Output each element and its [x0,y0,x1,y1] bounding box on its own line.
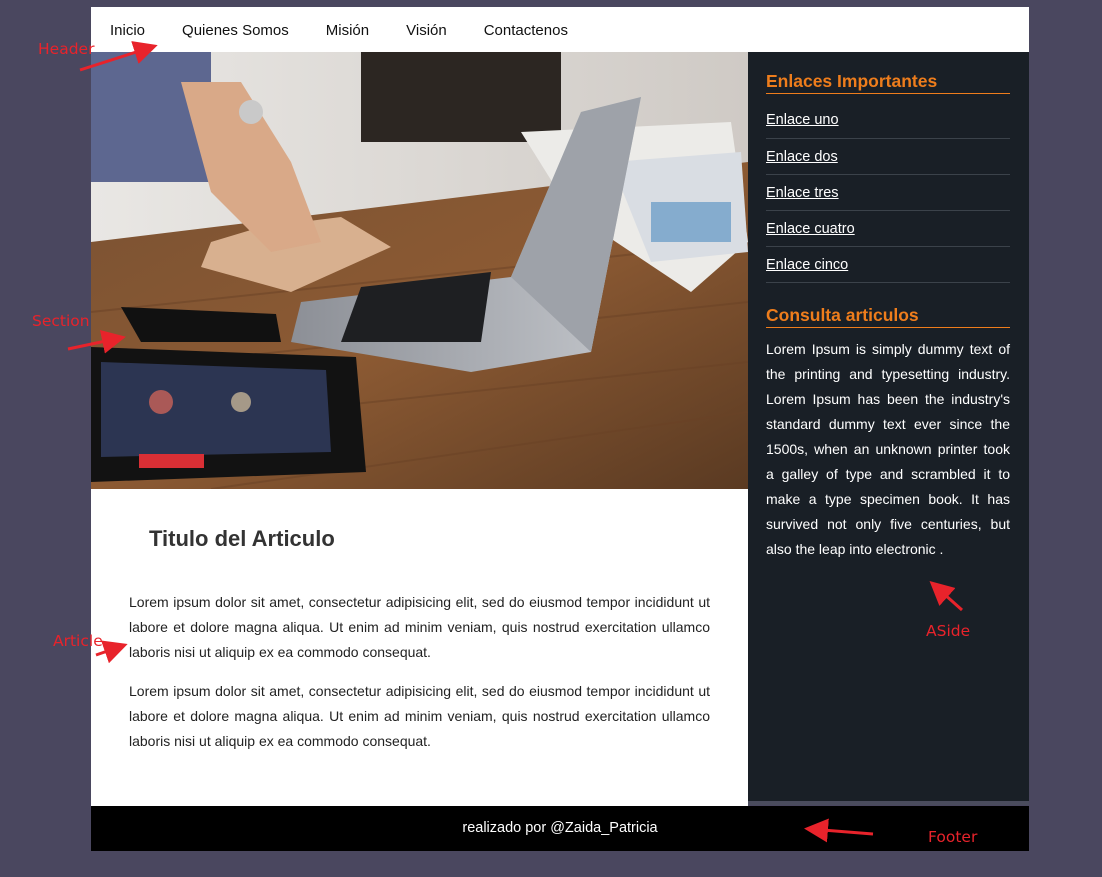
footer-credit: realizado por @Zaida_Patricia [462,820,658,836]
article-paragraph: Lorem ipsum dolor sit amet, consectetur … [129,683,710,749]
nav-vision[interactable]: Visión [406,21,447,39]
hero-image [91,52,748,489]
article-title: Titulo del Articulo [149,526,335,551]
list-item: Enlace dos [766,139,1010,175]
laptop-desk-photo [91,52,748,489]
links-heading: Enlaces Importantes [766,71,1010,94]
link-enlace-cinco[interactable]: Enlace cinco [766,257,848,273]
list-item: Enlace tres [766,175,1010,211]
link-enlace-dos[interactable]: Enlace dos [766,149,838,165]
nav-inicio[interactable]: Inicio [110,21,145,39]
header: Inicio Quienes Somos Misión Visión Conta… [91,7,1029,52]
annotation-section: Section [32,312,90,330]
article-paragraph: Lorem ipsum dolor sit amet, consectetur … [129,594,710,660]
main-nav: Inicio Quienes Somos Misión Visión Conta… [91,7,1029,52]
list-item: Enlace uno [766,102,1010,139]
footer: realizado por @Zaida_Patricia [91,806,1029,851]
nav-quienes-somos[interactable]: Quienes Somos [182,21,289,39]
nav-mision[interactable]: Misión [326,21,369,39]
annotation-header: Header [38,40,95,58]
annotation-article: Article [53,632,103,650]
link-enlace-tres[interactable]: Enlace tres [766,185,839,201]
link-enlace-cuatro[interactable]: Enlace cuatro [766,221,855,237]
consulta-text: Lorem Ipsum is simply dummy text of the … [766,341,1010,557]
nav-contactenos[interactable]: Contactenos [484,21,568,39]
page: Inicio Quienes Somos Misión Visión Conta… [91,7,1029,851]
list-item: Enlace cinco [766,247,1010,283]
annotation-aside: ASide [926,622,971,640]
links-list: Enlace uno Enlace dos Enlace tres Enlace… [766,102,1010,283]
list-item: Enlace cuatro [766,211,1010,247]
link-enlace-uno[interactable]: Enlace uno [766,112,839,128]
article: Titulo del Articulo Lorem ipsum dolor si… [91,489,748,806]
consulta-heading: Consulta articulos [766,305,1010,328]
aside: Enlaces Importantes Enlace uno Enlace do… [748,52,1029,805]
annotation-footer: Footer [928,828,978,846]
